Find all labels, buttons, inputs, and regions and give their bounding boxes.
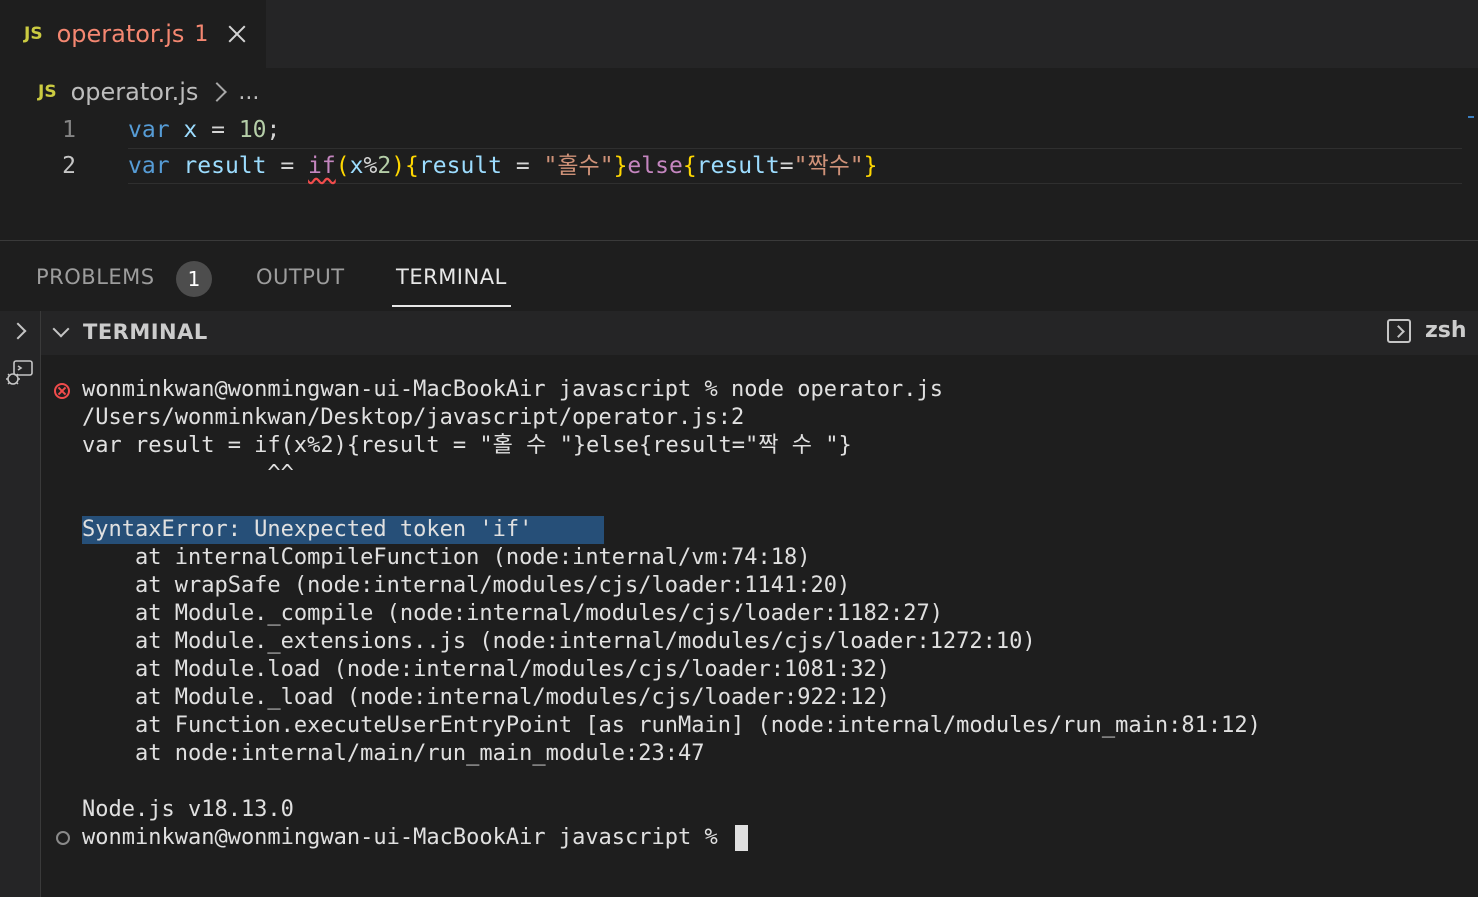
string-token: "홀수"	[543, 153, 614, 179]
debug-console-icon[interactable]	[4, 359, 34, 389]
bracket-token: {	[682, 153, 697, 179]
variable-token: x	[349, 153, 364, 179]
terminal-line: at Module._load (node:internal/modules/c…	[82, 685, 890, 710]
line-code: var x = 10;	[128, 112, 280, 148]
terminal-shell-name[interactable]: zsh	[1425, 318, 1467, 343]
terminal-line: var result = if(x%2){result = "홀 수 "}els…	[82, 433, 852, 458]
line-number: 1	[62, 117, 76, 143]
panel-tabs: PROBLEMS 1 OUTPUT TERMINAL	[0, 241, 1478, 311]
chevron-down-icon[interactable]	[52, 320, 70, 338]
command-idle-icon[interactable]	[56, 831, 70, 845]
tab-problems[interactable]: PROBLEMS	[36, 265, 155, 305]
terminal-side-strip	[0, 311, 41, 897]
punctuation-token: ;	[266, 117, 281, 143]
chevron-right-icon	[207, 82, 228, 102]
number-token: 10	[238, 117, 267, 143]
variable-token: result	[183, 153, 267, 179]
bracket-token: )	[391, 153, 406, 179]
keyword-token: else	[627, 153, 683, 179]
string-token: "짝수"	[793, 153, 864, 179]
tab-filename: operator.js	[56, 20, 185, 48]
terminal-line-selected: SyntaxError: Unexpected token 'if'	[82, 516, 605, 544]
terminal-line: at internalCompileFunction (node:interna…	[82, 545, 811, 570]
javascript-file-icon: JS	[38, 82, 57, 102]
terminal-line: at Module._extensions..js (node:internal…	[82, 629, 1036, 654]
terminal-line: Node.js v18.13.0	[82, 797, 294, 822]
tab-terminal[interactable]: TERMINAL	[392, 265, 511, 307]
terminal-line: /Users/wonminkwan/Desktop/javascript/ope…	[82, 405, 745, 430]
terminal-shell-icon[interactable]	[1387, 319, 1411, 343]
line-code: var result = if(x%2){result = "홀수"}else{…	[128, 148, 878, 184]
tab-operator-js[interactable]: JS operator.js 1	[0, 0, 266, 68]
breadcrumb: JS operator.js ...	[38, 74, 259, 110]
terminal-line: at node:internal/main/run_main_module:23…	[82, 741, 705, 766]
chevron-right-icon[interactable]	[9, 322, 27, 340]
bracket-token: (	[335, 153, 350, 179]
terminal-header: TERMINAL zsh	[41, 311, 1478, 355]
operator-token: %	[363, 153, 378, 179]
terminal-line: at Module._compile (node:internal/module…	[82, 601, 943, 626]
terminal-line: ^^	[82, 461, 294, 486]
operator-token: =	[197, 117, 239, 143]
operator-token: =	[779, 153, 794, 179]
command-error-icon[interactable]	[54, 383, 70, 399]
close-icon[interactable]	[226, 23, 248, 45]
breadcrumb-symbols[interactable]: ...	[238, 80, 259, 105]
code-line-2: 2 var result = if(x%2){result = "홀수"}els…	[0, 148, 1478, 184]
terminal-line: at Module.load (node:internal/modules/cj…	[82, 657, 890, 682]
operator-token: =	[266, 153, 309, 179]
variable-token: result	[696, 153, 780, 179]
terminal-prompt-line: wonminkwan@wonmingwan-ui-MacBookAir java…	[82, 824, 749, 852]
variable-token: x	[183, 117, 198, 143]
bracket-token: {	[405, 153, 419, 179]
variable-token: result	[418, 153, 502, 179]
bracket-token: }	[613, 153, 628, 179]
terminal-line: at Function.executeUserEntryPoint [as ru…	[82, 713, 1261, 738]
terminal-line: wonminkwan@wonmingwan-ui-MacBookAir java…	[82, 377, 943, 402]
terminal-cursor	[735, 825, 749, 851]
line-number: 2	[62, 153, 76, 179]
operator-token: =	[502, 153, 544, 179]
breadcrumb-file[interactable]: operator.js	[71, 78, 199, 106]
code-editor[interactable]: 1 var x = 10; 2 var result = if(x%2){res…	[0, 112, 1478, 240]
terminal-line: at wrapSafe (node:internal/modules/cjs/l…	[82, 573, 851, 598]
error-token[interactable]: if	[308, 153, 336, 179]
bracket-token: }	[863, 153, 878, 179]
terminal-prompt: wonminkwan@wonmingwan-ui-MacBookAir java…	[82, 825, 732, 850]
terminal-section-title: TERMINAL	[83, 320, 208, 344]
terminal-output[interactable]: wonminkwan@wonmingwan-ui-MacBookAir java…	[41, 354, 1478, 896]
tab-problem-count: 1	[194, 21, 209, 47]
problems-count-badge: 1	[176, 261, 212, 297]
editor-tab-bar: JS operator.js 1	[0, 0, 1478, 68]
javascript-file-icon: JS	[24, 24, 43, 44]
tab-output[interactable]: OUTPUT	[256, 265, 345, 305]
number-token: 2	[377, 153, 392, 179]
keyword-token: var	[128, 153, 170, 179]
code-line-1: 1 var x = 10;	[0, 112, 1478, 148]
keyword-token: var	[128, 117, 170, 143]
